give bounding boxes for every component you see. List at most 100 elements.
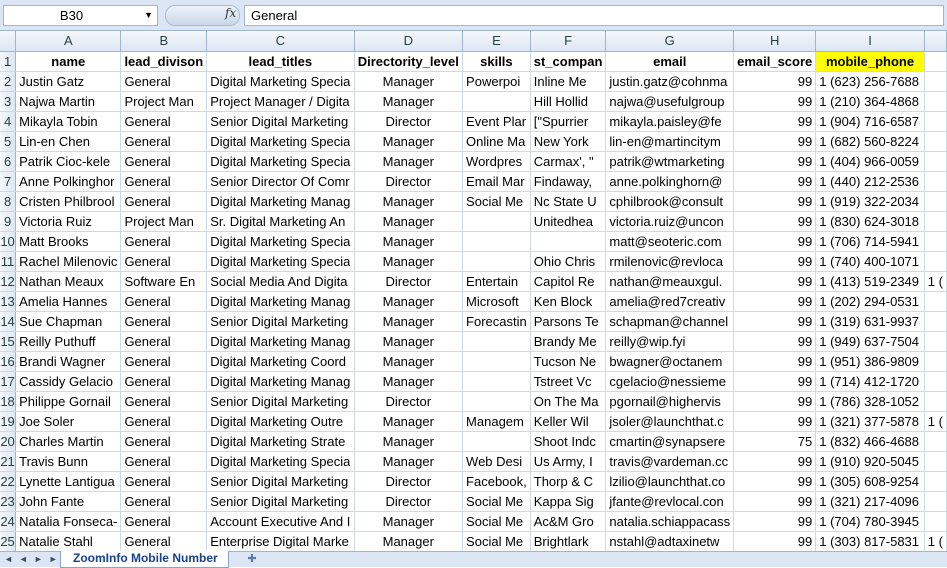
row-header[interactable]: 12 xyxy=(0,271,17,292)
cell[interactable] xyxy=(924,331,947,352)
cell[interactable]: Natalie Stahl xyxy=(15,531,122,551)
cell[interactable]: Anne Polkinghor xyxy=(15,171,122,192)
cell[interactable]: Brandy Me xyxy=(530,331,607,352)
cell[interactable]: Web Desi xyxy=(462,451,531,472)
cell[interactable]: Findaway, xyxy=(530,171,607,192)
sheet-nav-icons[interactable]: ◄◄►► xyxy=(4,552,64,567)
cell[interactable] xyxy=(924,231,947,252)
cell[interactable]: Facebook, xyxy=(462,471,531,492)
sheet-tab-zoominfo[interactable]: ZoomInfo Mobile Number xyxy=(60,551,229,568)
cell[interactable]: Ken Block xyxy=(530,291,607,312)
cell[interactable]: General xyxy=(120,191,208,212)
row-header[interactable]: 20 xyxy=(0,431,17,452)
cell[interactable]: justin.gatz@cohnma xyxy=(605,71,735,92)
cell[interactable]: Digital Marketing Manag xyxy=(206,191,355,212)
cell[interactable]: Victoria Ruiz xyxy=(15,211,122,232)
cell[interactable]: cphilbrook@consult xyxy=(605,191,735,212)
cell[interactable]: Lin-en Chen xyxy=(15,131,122,152)
row-header[interactable]: 13 xyxy=(0,291,17,312)
row-header[interactable]: 16 xyxy=(0,351,17,372)
cell[interactable]: Philippe Gornail xyxy=(15,391,122,412)
cell[interactable]: 99 xyxy=(733,371,817,392)
cell[interactable]: Digital Marketing Specia xyxy=(206,71,355,92)
cell[interactable]: 99 xyxy=(733,491,817,512)
column-header-f[interactable]: F xyxy=(530,31,607,52)
row-header[interactable]: 3 xyxy=(0,91,17,112)
cell[interactable] xyxy=(462,391,531,412)
cell[interactable]: 1 ( xyxy=(924,271,947,292)
formula-input[interactable]: General xyxy=(244,5,944,26)
cell[interactable] xyxy=(924,491,947,512)
cell[interactable]: 1 (786) 328-1052 xyxy=(815,391,925,412)
cell[interactable]: 1 (904) 716-6587 xyxy=(815,111,925,132)
cell[interactable]: Manager xyxy=(354,311,464,332)
cell[interactable]: Manager xyxy=(354,151,464,172)
cell[interactable]: 1 (682) 560-8224 xyxy=(815,131,925,152)
cell[interactable]: patrik@wtmarketing xyxy=(605,151,735,172)
header-cell[interactable]: email_score xyxy=(733,51,817,72)
header-cell[interactable]: skills xyxy=(462,51,531,72)
cell[interactable]: Powerpoi xyxy=(462,71,531,92)
cell[interactable]: Enterprise Digital Marke xyxy=(206,531,355,551)
cell[interactable]: General xyxy=(120,151,208,172)
cell[interactable]: Ohio Chris xyxy=(530,251,607,272)
cell[interactable]: Sr. Digital Marketing An xyxy=(206,211,355,232)
cell[interactable] xyxy=(924,471,947,492)
cell[interactable]: General xyxy=(120,511,208,532)
cell[interactable] xyxy=(462,211,531,232)
cell[interactable]: Wordpres xyxy=(462,151,531,172)
cell[interactable]: Hill Hollid xyxy=(530,91,607,112)
cell[interactable]: 99 xyxy=(733,111,817,132)
row-header[interactable]: 11 xyxy=(0,251,17,272)
cell[interactable]: Manager xyxy=(354,231,464,252)
cell[interactable]: Najwa Martin xyxy=(15,91,122,112)
cell[interactable] xyxy=(462,251,531,272)
cell[interactable]: Director xyxy=(354,111,464,132)
cell[interactable]: Digital Marketing Manag xyxy=(206,291,355,312)
cell[interactable]: General xyxy=(120,171,208,192)
cell[interactable]: cgelacio@nessieme xyxy=(605,371,735,392)
cell[interactable]: Digital Marketing Manag xyxy=(206,331,355,352)
cell[interactable] xyxy=(924,51,947,72)
cell[interactable]: Manager xyxy=(354,511,464,532)
cell[interactable]: 99 xyxy=(733,171,817,192)
cell[interactable]: 99 xyxy=(733,231,817,252)
cell[interactable]: 1 (714) 412-1720 xyxy=(815,371,925,392)
cell[interactable]: travis@vardeman.cc xyxy=(605,451,735,472)
cell[interactable]: Thorp & C xyxy=(530,471,607,492)
cell[interactable]: Inline Me xyxy=(530,71,607,92)
cell[interactable]: Digital Marketing Outre xyxy=(206,411,355,432)
cell[interactable]: 1 (404) 966-0059 xyxy=(815,151,925,172)
cell[interactable]: Director xyxy=(354,171,464,192)
cell[interactable]: General xyxy=(120,251,208,272)
cell[interactable]: Social Me xyxy=(462,191,531,212)
cell[interactable]: 99 xyxy=(733,251,817,272)
cell[interactable] xyxy=(924,451,947,472)
row-header[interactable]: 9 xyxy=(0,211,17,232)
row-header[interactable]: 14 xyxy=(0,311,17,332)
cell[interactable]: Senior Digital Marketing xyxy=(206,471,355,492)
cell[interactable]: 99 xyxy=(733,311,817,332)
cell[interactable]: Manager xyxy=(354,191,464,212)
cell[interactable]: schapman@channel xyxy=(605,311,735,332)
cell[interactable]: Microsoft xyxy=(462,291,531,312)
row-header[interactable]: 18 xyxy=(0,391,17,412)
cell[interactable]: Nc State U xyxy=(530,191,607,212)
cell[interactable]: Brandi Wagner xyxy=(15,351,122,372)
cell[interactable]: Social Me xyxy=(462,511,531,532)
cell[interactable] xyxy=(924,91,947,112)
cell[interactable]: Tucson Ne xyxy=(530,351,607,372)
cell[interactable]: Manager xyxy=(354,331,464,352)
cell[interactable]: Director xyxy=(354,491,464,512)
cell[interactable]: Director xyxy=(354,391,464,412)
cell[interactable]: Carmax', " xyxy=(530,151,607,172)
cell[interactable]: bwagner@octanem xyxy=(605,351,735,372)
cell[interactable]: Digital Marketing Specia xyxy=(206,451,355,472)
cell[interactable]: General xyxy=(120,531,208,551)
cell[interactable]: Parsons Te xyxy=(530,311,607,332)
cell[interactable] xyxy=(530,231,607,252)
cell[interactable]: Kappa Sig xyxy=(530,491,607,512)
cell[interactable]: amelia@red7creativ xyxy=(605,291,735,312)
cell[interactable]: Charles Martin xyxy=(15,431,122,452)
cell[interactable]: Digital Marketing Manag xyxy=(206,371,355,392)
